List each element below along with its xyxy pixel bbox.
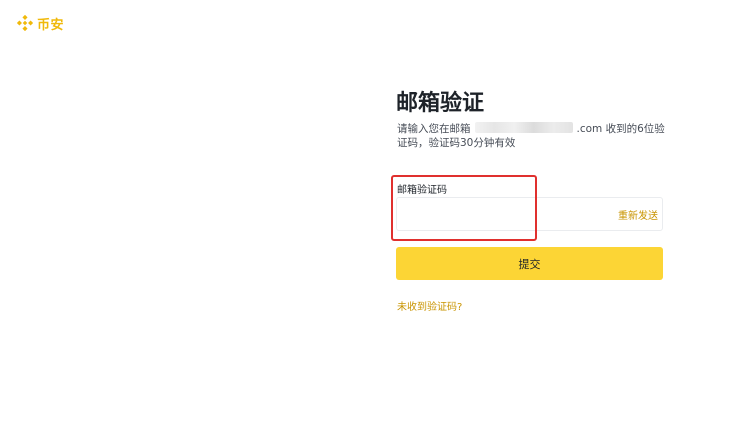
resend-code-button[interactable]: 重新发送 (618, 207, 658, 222)
redacted-email (474, 122, 573, 133)
verification-code-input[interactable] (403, 202, 607, 228)
brand-name: 币安 (37, 17, 65, 33)
page-title: 邮箱验证 (396, 91, 485, 116)
code-field-label: 邮箱验证码 (397, 185, 447, 196)
brand-logo[interactable]: 币安 (17, 13, 64, 33)
description-prefix: 请输入您在邮箱 (397, 123, 471, 135)
submit-button[interactable]: 提交 (396, 247, 663, 280)
code-input-container: 重新发送 (396, 197, 663, 231)
page-description: 请输入您在邮箱 .com 收到的6位验证码，验证码30分钟有效 (397, 122, 665, 150)
code-not-received-link[interactable]: 未收到验证码? (397, 298, 462, 313)
diamond-logo-icon (17, 15, 33, 31)
